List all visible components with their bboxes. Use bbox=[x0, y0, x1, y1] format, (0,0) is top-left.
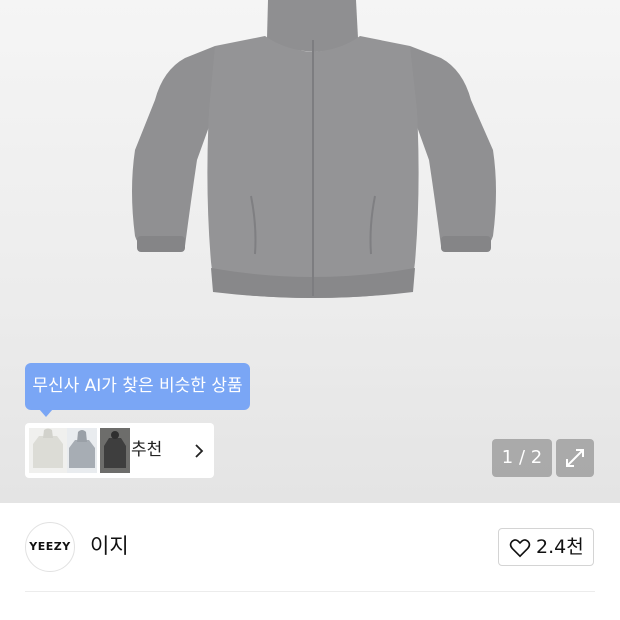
expand-image-button[interactable] bbox=[556, 439, 594, 477]
like-count: 2.4천 bbox=[536, 536, 584, 558]
similar-product-thumbnail bbox=[100, 428, 130, 473]
product-image[interactable] bbox=[115, 0, 510, 300]
similar-product-thumbnail bbox=[29, 428, 67, 473]
like-button[interactable]: 2.4천 bbox=[498, 528, 594, 566]
recommend-label: 추천 bbox=[131, 440, 163, 460]
expand-icon bbox=[566, 449, 584, 467]
chevron-right-icon bbox=[195, 444, 204, 458]
recommend-similar-button[interactable]: 추천 bbox=[25, 423, 214, 478]
similar-product-thumbnail bbox=[67, 428, 97, 473]
brand-name[interactable]: 이지 bbox=[90, 531, 129, 561]
divider bbox=[25, 591, 595, 592]
product-gallery[interactable]: 무신사 AI가 찾은 비슷한 상품 추천 1 / 2 bbox=[0, 0, 620, 503]
ai-similar-products-tooltip[interactable]: 무신사 AI가 찾은 비슷한 상품 bbox=[25, 363, 250, 417]
image-page-indicator: 1 / 2 bbox=[492, 439, 552, 477]
heart-icon bbox=[509, 539, 531, 558]
brand-logo[interactable]: YEEZY bbox=[25, 522, 75, 572]
